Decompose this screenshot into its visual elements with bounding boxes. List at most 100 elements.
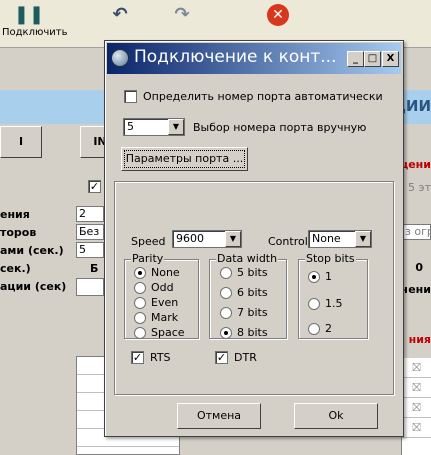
control-value: None [312,232,341,245]
close-icon: ✕ [267,4,289,26]
label-5: ации (сек) [0,280,67,293]
parity-option-label: Mark [151,311,179,324]
connect-icon: ❚❚ [13,4,45,25]
data-width-option-label: 7 bits [237,306,268,319]
stop-bits-option-label: 2 [325,322,332,335]
background-checkbox-box[interactable]: ✓ [88,180,101,193]
speed-select[interactable]: 9600 ▼ [172,230,242,248]
port-number-select[interactable]: 5 ▼ [123,118,185,136]
stop-bits-group: Stop bits 1 1.5 2 [298,252,368,339]
data-width-option-label: 6 bits [237,286,268,299]
data-width-option[interactable]: 8 bits [220,326,268,339]
radio-icon[interactable] [134,326,146,339]
field-1[interactable]: 2 [76,206,104,222]
manual-port-label: Выбор номера порта вручную [193,121,367,134]
auto-port-checkbox[interactable]: Определить номер порта автоматически [124,90,383,103]
parity-option[interactable]: None [134,266,180,279]
app-icon [111,49,129,67]
radio-icon[interactable] [134,281,146,294]
label-4: сек.) [0,262,31,275]
radio-icon[interactable] [220,326,232,339]
radio-icon[interactable] [220,306,232,319]
undo-button[interactable]: ↶ [100,4,140,44]
parity-option[interactable]: Space [134,326,185,339]
right-text-red-2: ния [408,333,431,346]
rts-checkbox[interactable]: ✓ RTS [131,351,171,364]
control-select[interactable]: None ▼ [308,230,372,248]
chevron-down-icon[interactable]: ▼ [225,231,241,247]
label-2: торов [0,226,37,239]
auto-port-checkbox-box[interactable] [124,90,137,103]
field-2[interactable]: Без [76,224,104,240]
data-width-group: Data width 5 bits 6 bits 7 bits 8 bits [209,252,287,339]
parity-option-label: None [151,266,180,279]
parity-option[interactable]: Even [134,296,178,309]
chevron-down-icon[interactable]: ▼ [355,231,371,247]
dialog-title: Подключение к конт... [134,47,337,67]
redo-icon: ↷ [174,4,190,25]
parity-option-label: Space [151,326,185,339]
frame-button-left[interactable]: I [0,126,42,158]
right-text-gray-1: 5 эт [408,181,431,194]
label-1: ения [0,208,30,221]
dtr-checkbox-box[interactable]: ✓ [215,351,228,364]
radio-icon[interactable] [308,297,320,310]
row-action-icon[interactable]: ⛝ [402,398,431,418]
radio-icon[interactable] [134,296,146,309]
data-width-option[interactable]: 6 bits [220,286,268,299]
stop-bits-legend: Stop bits [305,252,356,265]
stop-bits-option-label: 1 [325,270,332,283]
maximize-button[interactable]: □ [364,51,381,67]
port-settings-dialog: Подключение к конт... _ □ X Определить н… [104,40,404,437]
port-params-button[interactable]: Параметры порта ... [121,147,248,171]
rts-label: RTS [150,351,171,364]
right-grid[interactable]: ⛝ ⛝ ⛝ ⛝ [401,358,431,455]
close-app-button[interactable]: ✕ [258,4,298,44]
dtr-label: DTR [234,351,257,364]
connect-button-label: Подключить [2,27,68,38]
data-width-option-label: 5 bits [237,266,268,279]
redo-button[interactable]: ↷ [162,4,202,44]
row-action-icon[interactable]: ⛝ [402,358,431,378]
data-width-option[interactable]: 5 bits [220,266,268,279]
radio-icon[interactable] [134,266,146,279]
right-text-bold-2: чени [400,283,431,296]
field-5[interactable] [76,278,104,296]
parity-option-label: Odd [151,281,174,294]
radio-icon[interactable] [308,322,320,335]
stop-bits-option-label: 1.5 [325,297,343,310]
minimize-button[interactable]: _ [347,51,364,67]
rts-checkbox-box[interactable]: ✓ [131,351,144,364]
close-button[interactable]: X [382,51,399,67]
stop-bits-option[interactable]: 2 [308,322,332,335]
parity-option[interactable]: Mark [134,311,178,324]
control-label: Control [268,235,308,248]
radio-icon[interactable] [220,286,232,299]
parity-option[interactable]: Odd [134,281,174,294]
right-field-gray-2: з огр [402,224,431,240]
field-4: Б [90,262,99,275]
radio-icon[interactable] [134,311,146,324]
dialog-titlebar[interactable]: Подключение к конт... _ □ X [107,43,401,74]
radio-icon[interactable] [220,266,232,279]
radio-icon[interactable] [308,270,320,283]
speed-value: 9600 [176,232,204,245]
port-number-value: 5 [127,120,134,133]
row-action-icon[interactable]: ⛝ [402,418,431,438]
parity-option-label: Even [151,296,179,309]
stop-bits-option[interactable]: 1 [308,270,332,283]
connect-button[interactable]: ❚❚ Подключить [2,4,68,44]
auto-port-label: Определить номер порта автоматически [143,90,383,103]
field-3[interactable]: 5 [76,242,104,258]
chevron-down-icon[interactable]: ▼ [168,119,184,135]
ok-button[interactable]: Ok [294,403,378,429]
cancel-button[interactable]: Отмена [177,403,261,429]
speed-label: Speed [131,235,166,248]
stop-bits-option[interactable]: 1.5 [308,297,343,310]
parity-legend: Parity [131,252,165,265]
row-action-icon[interactable]: ⛝ [402,378,431,398]
label-3: ами (сек.) [0,244,64,257]
data-width-option[interactable]: 7 bits [220,306,268,319]
dtr-checkbox[interactable]: ✓ DTR [215,351,257,364]
right-text-bold-1: 0 [415,261,423,274]
